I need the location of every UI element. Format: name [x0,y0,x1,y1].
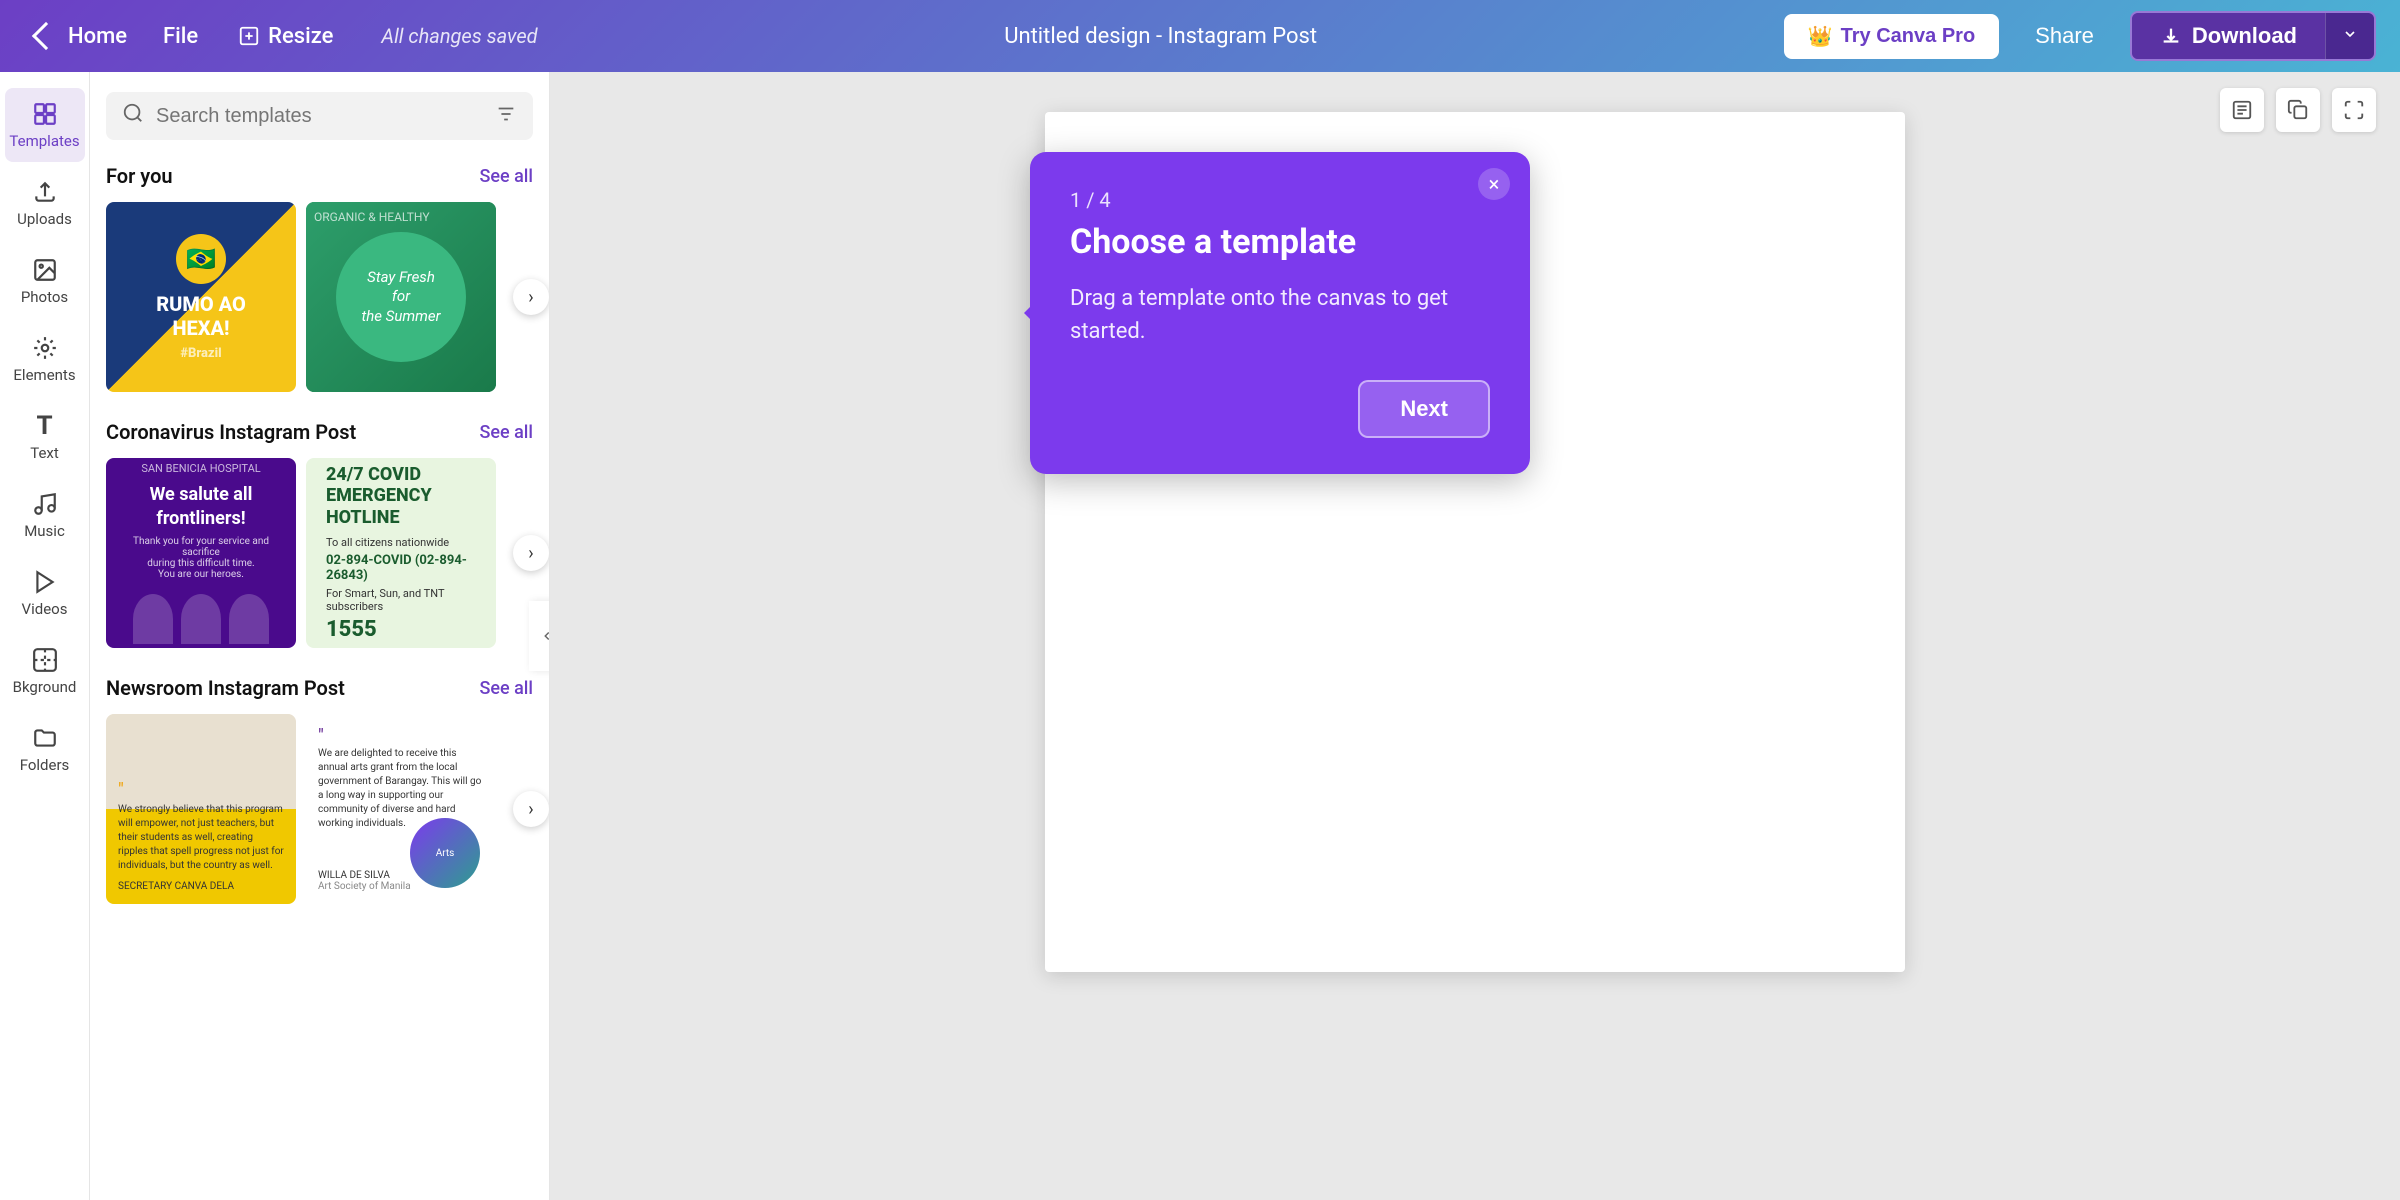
notes-tool-button[interactable] [2220,88,2264,132]
try-pro-label: Try Canva Pro [1841,25,1976,48]
header-left: Home File Resize All changes saved [24,18,538,55]
filter-icon[interactable] [495,103,517,130]
main-layout: Templates Uploads Photos [0,72,2400,1200]
copy-icon [2287,99,2309,121]
popup-content: × 1 / 4 Choose a template Drag a templat… [1030,152,1530,474]
sidebar-item-elements[interactable]: Elements [5,322,85,396]
copy-tool-button[interactable] [2276,88,2320,132]
uploads-label: Uploads [17,210,72,228]
newsroom-see-all[interactable]: See all [479,678,533,699]
coronavirus-see-all[interactable]: See all [479,422,533,443]
coronavirus-section-header: Coronavirus Instagram Post See all [106,420,533,444]
newsroom-row: " We strongly believe that this program … [106,714,533,904]
share-button[interactable]: Share [2015,13,2114,59]
sidebar-item-photos[interactable]: Photos [5,244,85,318]
resize-icon [238,25,260,47]
text-icon: T [31,412,59,440]
crown-icon: 👑 [1808,24,1833,49]
onboarding-popup: × 1 / 4 Choose a template Drag a templat… [1030,152,1530,474]
download-group: Download [2130,11,2376,61]
header-right: 👑 Try Canva Pro Share Download [1784,11,2376,61]
elements-icon [31,334,59,362]
file-label: File [163,24,198,49]
for-you-title: For you [106,164,173,188]
folders-icon [31,724,59,752]
download-label: Download [2192,23,2297,49]
document-title: Untitled design - Instagram Post [538,24,1784,49]
template-newsroom-arts[interactable]: " We are delighted to receive this annua… [306,714,496,904]
videos-label: Videos [22,600,68,618]
download-dropdown-button[interactable] [2325,13,2374,59]
templates-icon [31,100,59,128]
for-you-section-header: For you See all [106,164,533,188]
notes-icon [2231,99,2253,121]
text-label: Text [30,444,59,462]
popup-description: Drag a template onto the canvas to get s… [1070,282,1490,348]
coronavirus-grid: SAN BENICIA HOSPITAL We salute allfrontl… [106,458,533,648]
coronavirus-scroll-right[interactable]: › [513,535,549,571]
template-covid-salute[interactable]: SAN BENICIA HOSPITAL We salute allfrontl… [106,458,296,648]
chevron-down-icon [2342,26,2358,42]
for-you-see-all[interactable]: See all [479,166,533,187]
folders-label: Folders [20,756,70,774]
background-label: Bkground [13,678,77,696]
resize-button[interactable]: Resize [222,18,349,55]
for-you-scroll-right[interactable]: › [513,279,549,315]
expand-icon [2343,99,2365,121]
template-covid-hotline[interactable]: 24/7 COVIDEMERGENCYHOTLINE To all citize… [306,458,496,648]
newsroom-title: Newsroom Instagram Post [106,676,345,700]
videos-icon [31,568,59,596]
sidebar-item-folders[interactable]: Folders [5,712,85,786]
chevron-left-icon [32,22,60,50]
sidebar-item-videos[interactable]: Videos [5,556,85,630]
photos-icon [31,256,59,284]
uploads-icon [31,178,59,206]
download-button[interactable]: Download [2132,13,2325,59]
canvas-toolbar [2220,88,2376,132]
newsroom-scroll-right[interactable]: › [513,791,549,827]
music-icon [31,490,59,518]
canvas-area: × 1 / 4 Choose a template Drag a templat… [550,72,2400,1200]
for-you-row: 🇧🇷 RUMO AOHEXA! #Brazil Stay Freshforthe… [106,202,533,392]
template-newsroom-quote[interactable]: " We strongly believe that this program … [106,714,296,904]
share-label: Share [2035,23,2094,48]
background-icon [31,646,59,674]
elements-label: Elements [13,366,75,384]
file-button[interactable]: File [147,18,214,55]
sidebar-item-text[interactable]: T Text [5,400,85,474]
template-brazil[interactable]: 🇧🇷 RUMO AOHEXA! #Brazil [106,202,296,392]
sidebar: Templates Uploads Photos [0,72,90,1200]
popup-step: 1 / 4 [1070,188,1490,212]
coronavirus-row: SAN BENICIA HOSPITAL We salute allfrontl… [106,458,533,648]
search-input[interactable] [156,105,483,128]
template-citrus[interactable]: Stay Freshforthe Summer ORGANIC & HEALTH… [306,202,496,392]
for-you-grid: 🇧🇷 RUMO AOHEXA! #Brazil Stay Freshforthe… [106,202,533,392]
try-pro-button[interactable]: 👑 Try Canva Pro [1784,14,1999,59]
templates-label: Templates [9,132,79,150]
autosave-status: All changes saved [381,24,537,48]
popup-close-button[interactable]: × [1478,168,1510,200]
popup-title: Choose a template [1070,222,1490,262]
sidebar-item-music[interactable]: Music [5,478,85,552]
music-label: Music [24,522,65,540]
search-bar [106,92,533,140]
resize-label: Resize [268,24,333,49]
sidebar-item-templates[interactable]: Templates [5,88,85,162]
coronavirus-title: Coronavirus Instagram Post [106,420,356,444]
home-label: Home [68,24,127,49]
popup-next-button[interactable]: Next [1358,380,1490,438]
collapse-panel-button[interactable] [529,601,550,671]
newsroom-grid: " We strongly believe that this program … [106,714,533,904]
sidebar-item-background[interactable]: Bkground [5,634,85,708]
search-icon [122,102,144,130]
download-icon [2160,25,2182,47]
header: Home File Resize All changes saved Untit… [0,0,2400,72]
templates-panel: For you See all 🇧🇷 RUMO AOHEXA! #Brazil … [90,72,550,1200]
photos-label: Photos [21,288,68,306]
resize-canvas-button[interactable] [2332,88,2376,132]
home-button[interactable]: Home [24,18,139,55]
sidebar-item-uploads[interactable]: Uploads [5,166,85,240]
newsroom-section-header: Newsroom Instagram Post See all [106,676,533,700]
